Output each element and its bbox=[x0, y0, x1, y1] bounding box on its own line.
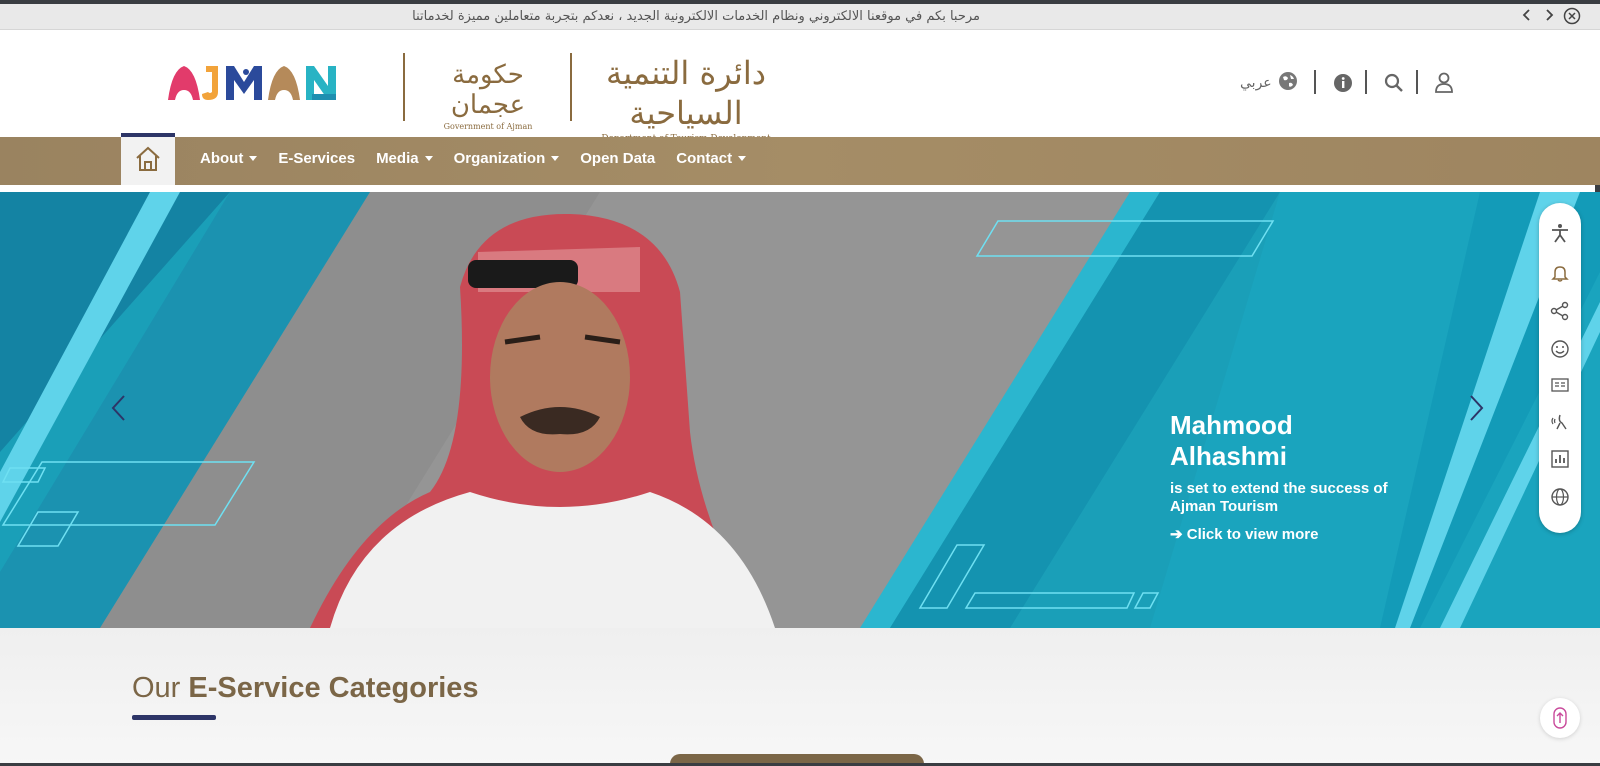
scroll-to-top-button[interactable] bbox=[1540, 698, 1580, 738]
announcement-ticker: مرحبا بكم في موقعنا الالكتروني ونظام الخ… bbox=[0, 4, 1600, 30]
nav-item-label: E-Services bbox=[278, 150, 356, 167]
nav-item-label: Contact bbox=[676, 150, 733, 167]
nav-item-about[interactable]: About bbox=[200, 150, 258, 167]
search-icon[interactable] bbox=[1384, 70, 1404, 96]
arrow-right-icon: ➔ bbox=[1170, 526, 1183, 543]
utility-divider bbox=[1416, 70, 1418, 94]
chevron-left-icon[interactable] bbox=[1521, 8, 1533, 26]
nav-item-label: Media bbox=[376, 150, 419, 167]
tourism-department-logo[interactable]: دائرة التنمية السياحية Department of Tou… bbox=[586, 53, 786, 144]
hero-slider[interactable]: Mahmood Alhashmi is set to extend the su… bbox=[0, 192, 1600, 628]
section-title-bold: E-Service Categories bbox=[188, 672, 479, 704]
nav-item-organization[interactable]: Organization bbox=[454, 150, 560, 167]
hero-title: Mahmood Alhashmi bbox=[1170, 410, 1293, 471]
hero-caption: Mahmood Alhashmi is set to extend the su… bbox=[1170, 410, 1410, 543]
nav-item-open-data[interactable]: Open Data bbox=[580, 150, 655, 167]
smiley-icon[interactable] bbox=[1550, 339, 1570, 359]
language-switch[interactable]: عربي bbox=[1240, 70, 1298, 96]
hero-subtitle: is set to extend the success of Ajman To… bbox=[1170, 480, 1388, 515]
nav-item-e-services[interactable]: E-Services bbox=[278, 150, 355, 167]
hero-next-button[interactable] bbox=[1465, 392, 1487, 428]
nav-menu: About E-Services Media Organization Open… bbox=[200, 150, 767, 167]
utility-divider bbox=[1314, 70, 1316, 94]
globe-icon bbox=[1278, 71, 1298, 95]
caret-down-icon bbox=[249, 156, 258, 161]
logo-divider bbox=[570, 53, 572, 121]
caret-down-icon bbox=[738, 156, 747, 161]
language-label: عربي bbox=[1240, 75, 1272, 91]
nav-item-label: Open Data bbox=[580, 150, 656, 167]
arrow-up-icon bbox=[1550, 706, 1570, 734]
caret-down-icon bbox=[551, 156, 560, 161]
gov-logo-english: Government of Ajman bbox=[443, 122, 533, 131]
section-title: Our E-Service Categories bbox=[132, 672, 479, 705]
chevron-right-icon[interactable] bbox=[1543, 8, 1555, 26]
nav-item-label: Organization bbox=[453, 150, 546, 167]
nav-item-contact[interactable]: Contact bbox=[676, 150, 747, 167]
accessibility-icon[interactable] bbox=[1550, 223, 1570, 243]
close-circle-icon[interactable] bbox=[1563, 7, 1581, 29]
sign-language-icon[interactable] bbox=[1550, 411, 1570, 431]
dtd-logo-arabic: دائرة التنمية السياحية bbox=[606, 54, 766, 132]
hero-prev-button[interactable] bbox=[108, 392, 130, 428]
chevron-right-icon bbox=[1465, 395, 1487, 428]
chevron-left-icon bbox=[108, 395, 130, 428]
section-title-underline bbox=[132, 715, 216, 720]
user-icon[interactable] bbox=[1434, 70, 1454, 96]
reader-icon[interactable] bbox=[1550, 375, 1570, 395]
hero-view-more-link[interactable]: ➔ Click to view more bbox=[1170, 525, 1410, 543]
bell-icon[interactable] bbox=[1550, 263, 1570, 283]
nav-item-media[interactable]: Media bbox=[376, 150, 433, 167]
utility-divider bbox=[1365, 70, 1367, 94]
accessibility-toolbar bbox=[1539, 203, 1581, 533]
info-icon[interactable] bbox=[1333, 70, 1353, 96]
home-icon bbox=[134, 145, 162, 177]
hero-link-label: Click to view more bbox=[1186, 526, 1319, 543]
section-title-light: Our bbox=[132, 672, 189, 704]
nav-item-label: About bbox=[200, 150, 244, 167]
gov-logo-arabic: حكومة عجمان bbox=[450, 60, 526, 120]
stats-icon[interactable] bbox=[1550, 449, 1570, 469]
globe-icon[interactable] bbox=[1550, 487, 1570, 507]
caret-down-icon bbox=[424, 156, 433, 161]
government-of-ajman-logo[interactable]: حكومة عجمان Government of Ajman bbox=[440, 60, 536, 131]
nav-home-button[interactable] bbox=[121, 133, 175, 185]
share-icon[interactable] bbox=[1550, 301, 1570, 321]
logo-divider bbox=[403, 53, 405, 121]
ajman-logo[interactable] bbox=[166, 62, 358, 106]
ticker-text: مرحبا بكم في موقعنا الالكتروني ونظام الخ… bbox=[412, 9, 980, 24]
